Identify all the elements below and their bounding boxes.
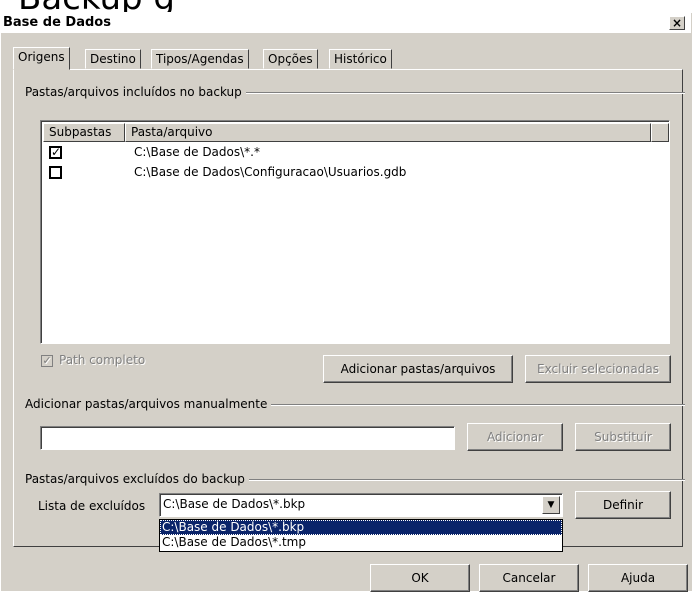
tab-destino-label: Destino (90, 52, 136, 66)
subpastas-checkbox[interactable] (49, 166, 62, 179)
background-title-text: Backup g (18, 0, 175, 12)
ok-button[interactable]: OK (370, 564, 470, 592)
define-button[interactable]: Definir (575, 491, 671, 519)
tab-historico[interactable]: Histórico (329, 49, 392, 69)
manual-path-input[interactable] (40, 426, 455, 450)
dropdown-option[interactable]: C:\Base de Dados\*.tmp (160, 535, 562, 550)
included-list[interactable]: Subpastas Pasta/arquivo ✓ C:\Base de Dad… (40, 120, 670, 344)
path-completo-checkbox: ✓ (41, 355, 53, 367)
excluded-dropdown-list[interactable]: C:\Base de Dados\*.bkp C:\Base de Dados\… (159, 519, 563, 552)
manual-add-button: Adicionar (467, 423, 563, 451)
remove-selected-button: Excluir selecionadas (525, 355, 671, 383)
list-item[interactable]: ✓ C:\Base de Dados\*.* (41, 143, 669, 161)
subpastas-checkbox[interactable]: ✓ (49, 146, 62, 159)
tab-tipos-agendas[interactable]: Tipos/Agendas (151, 49, 249, 69)
tab-origens[interactable]: Origens (13, 47, 70, 70)
column-header-empty (651, 123, 669, 142)
close-icon: × (671, 16, 683, 30)
excluded-group-label: Pastas/arquivos excluídos do backup (25, 472, 249, 486)
excluded-selected-value: C:\Base de Dados\*.bkp (163, 497, 306, 511)
dropdown-option[interactable]: C:\Base de Dados\*.bkp (160, 520, 562, 535)
dialog-title: Base de Dados (3, 15, 111, 30)
excluded-list-label: Lista de excluídos (38, 499, 146, 513)
tab-historico-label: Histórico (334, 52, 387, 66)
path-completo-label: Path completo (59, 353, 146, 367)
tab-tipos-agendas-label: Tipos/Agendas (156, 52, 244, 66)
tab-opcoes-label: Opções (268, 52, 313, 66)
excluded-combobox[interactable]: C:\Base de Dados\*.bkp ▼ (159, 493, 563, 517)
tab-origens-label: Origens (18, 50, 65, 64)
chevron-down-icon[interactable]: ▼ (542, 496, 560, 514)
cancel-button[interactable]: Cancelar (479, 564, 579, 592)
add-folders-button[interactable]: Adicionar pastas/arquivos (323, 355, 513, 383)
list-item[interactable]: C:\Base de Dados\Configuracao\Usuarios.g… (41, 163, 669, 181)
checkmark-icon: ✓ (42, 354, 52, 367)
manual-group-label: Adicionar pastas/arquivos manualmente (25, 397, 272, 411)
dialog-window: Base de Dados × Origens Destino Tipos/Ag… (0, 12, 692, 592)
close-button[interactable]: × (669, 16, 685, 30)
list-item-path: C:\Base de Dados\Configuracao\Usuarios.g… (134, 165, 407, 179)
list-item-path: C:\Base de Dados\*.* (134, 145, 260, 159)
checkmark-icon: ✓ (51, 145, 62, 159)
column-header-pasta-arquivo[interactable]: Pasta/arquivo (125, 123, 651, 142)
background-title-fragment: Backup g (0, 0, 692, 12)
dialog-title-bar: Base de Dados × (1, 13, 691, 33)
tab-opcoes[interactable]: Opções (263, 49, 318, 69)
column-header-subpastas[interactable]: Subpastas (43, 123, 125, 142)
manual-replace-button: Substituir (575, 423, 671, 451)
tab-destino[interactable]: Destino (85, 49, 141, 69)
help-button[interactable]: Ajuda (588, 564, 688, 592)
included-group-label: Pastas/arquivos incluídos no backup (25, 85, 246, 99)
